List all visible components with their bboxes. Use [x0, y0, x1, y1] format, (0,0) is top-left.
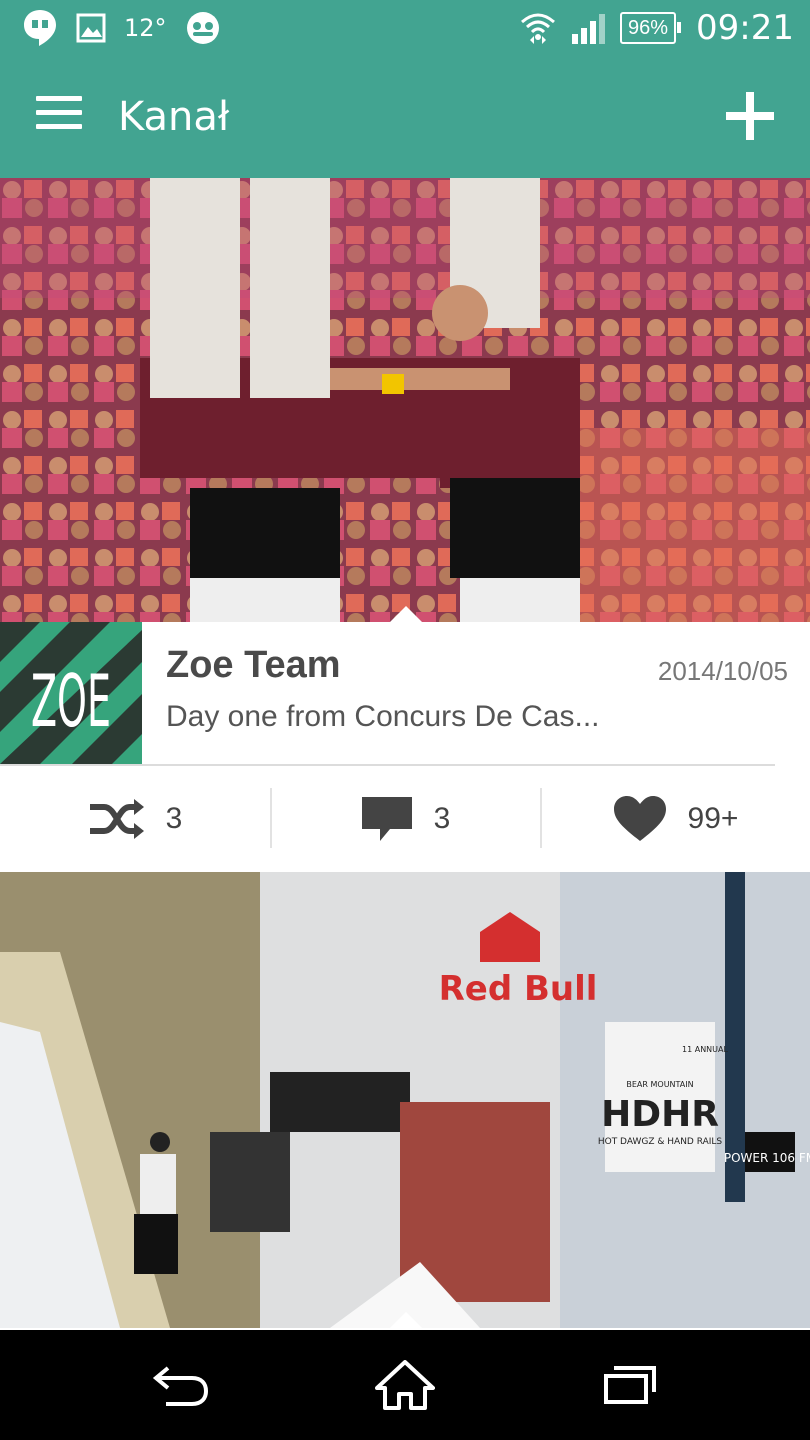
- like-button[interactable]: 99+: [540, 766, 810, 872]
- svg-text:11 ANNUAL: 11 ANNUAL: [682, 1045, 728, 1054]
- comment-icon: [361, 797, 412, 841]
- card-notch: [390, 1312, 422, 1328]
- page-title: Kanał: [118, 94, 230, 140]
- svg-text:HDHR: HDHR: [601, 1094, 719, 1135]
- gallery-icon: [76, 13, 106, 43]
- comment-button[interactable]: 3: [270, 766, 540, 872]
- recent-apps-button[interactable]: [600, 1360, 660, 1410]
- hamburger-menu-button[interactable]: [36, 96, 82, 136]
- hangouts-icon: [24, 10, 56, 46]
- weather-temperature: 12°: [124, 14, 167, 42]
- event-photo-image: Red Bull HDHR HOT DAWGZ & HAND RAILS BEA…: [0, 872, 810, 1328]
- zoe-avatar[interactable]: ZOE: [0, 622, 142, 764]
- post-description[interactable]: Day one from Concurs De Cas...: [166, 700, 600, 734]
- home-icon: [375, 1360, 435, 1410]
- home-button[interactable]: [375, 1360, 435, 1410]
- system-nav-bar: [0, 1330, 810, 1440]
- back-icon: [152, 1366, 209, 1406]
- wifi-icon: [520, 13, 555, 44]
- post-date: 2014/10/05: [657, 656, 788, 686]
- zoe-logo-icon: ZOE: [0, 622, 142, 764]
- heart-icon: [613, 796, 666, 841]
- like-count: 99+: [687, 802, 739, 835]
- hamburger-icon: [36, 96, 82, 101]
- battery-icon: 96%: [619, 12, 682, 44]
- add-button[interactable]: [726, 92, 774, 140]
- svg-text:BEAR MOUNTAIN: BEAR MOUNTAIN: [626, 1080, 693, 1089]
- post-author[interactable]: Zoe Team: [166, 644, 341, 687]
- share-count: 3: [165, 802, 183, 835]
- svg-text:ZOE: ZOE: [31, 659, 111, 743]
- feed-photo[interactable]: [0, 178, 810, 622]
- status-left-icons: 12°: [22, 8, 221, 48]
- card-notch: [390, 606, 422, 622]
- svg-text:POWER 106 FM: POWER 106 FM: [724, 1151, 810, 1165]
- svg-text:HOT DAWGZ & HAND RAILS: HOT DAWGZ & HAND RAILS: [598, 1137, 723, 1147]
- signal-icon: [571, 14, 605, 44]
- crowd-photo-image: [0, 178, 810, 622]
- recent-apps-icon: [604, 1366, 656, 1404]
- back-button[interactable]: [152, 1360, 212, 1410]
- feed-photo[interactable]: Red Bull HDHR HOT DAWGZ & HAND RAILS BEA…: [0, 872, 810, 1328]
- share-button[interactable]: 3: [0, 766, 270, 872]
- status-bar: 12° 96% 09:21: [0, 0, 810, 58]
- comment-count: 3: [433, 802, 451, 835]
- status-right-icons: 96% 09:21: [520, 8, 794, 48]
- shuffle-icon: [89, 799, 144, 839]
- tapatalk-icon: [186, 12, 219, 44]
- app-bar: Kanał: [0, 58, 810, 178]
- post-actions: 3 3 99+: [0, 766, 810, 872]
- clock: 09:21: [696, 8, 794, 48]
- feed-card[interactable]: ZOE Zoe Team 2014/10/05 Day one from Con…: [0, 622, 810, 764]
- svg-text:Red Bull: Red Bull: [439, 969, 598, 1009]
